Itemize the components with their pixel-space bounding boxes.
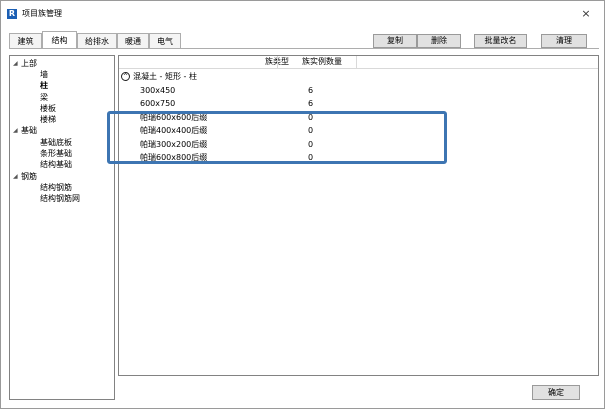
instance-count: 6 (308, 86, 314, 95)
revit-logo-icon: R (7, 9, 17, 19)
highlight-box (107, 111, 447, 164)
group-label: 混凝土 - 矩形 - 柱 (133, 72, 197, 81)
tab-structure[interactable]: 结构 (42, 31, 77, 49)
tree-item-structural-rebar[interactable]: 结构钢筋 (40, 183, 72, 193)
ok-button[interactable]: 确定 (532, 385, 580, 400)
header-divider (119, 68, 598, 69)
tree-item-foundation[interactable]: 基础 (21, 126, 37, 136)
tree-item-strip-footing[interactable]: 条形基础 (40, 149, 72, 159)
tree-item-superstructure[interactable]: 上部 (21, 59, 37, 69)
tree-item-column[interactable]: 柱 (40, 81, 48, 91)
tree-item-rebar[interactable]: 钢筋 (21, 172, 37, 182)
tree-item-structural-rebar-mesh[interactable]: 结构钢筋网 (40, 194, 80, 204)
table-row[interactable]: 600x750 (140, 99, 175, 109)
tree-item-floor[interactable]: 楼板 (40, 104, 56, 114)
tree-item-structural-foundation[interactable]: 结构基础 (40, 160, 72, 170)
family-manager-dialog: R 项目族管理 × 建筑 结构 给排水 暖通 电气 复制 删除 批量改名 清理 … (0, 0, 605, 409)
column-separator[interactable] (356, 56, 357, 68)
table-row[interactable]: 300x450 (140, 86, 175, 96)
tab-divider (9, 48, 599, 49)
tree-item-wall[interactable]: 墙 (40, 70, 48, 80)
category-tree: ◢ 上部 墙 柱 梁 楼板 楼梯 ◢ 基础 基础底板 条形基础 结构基础 ◢ 钢… (9, 55, 115, 400)
title-bar: R 项目族管理 × (1, 1, 604, 25)
expand-caret-icon[interactable]: ◢ (13, 59, 18, 69)
instance-count: 6 (308, 99, 314, 108)
tab-hvac[interactable]: 暖通 (117, 33, 149, 48)
tree-item-stair[interactable]: 楼梯 (40, 115, 56, 125)
clean-button[interactable]: 清理 (541, 34, 587, 48)
collapse-group-icon[interactable]: ^ (121, 72, 130, 81)
window-title: 项目族管理 (22, 9, 62, 18)
column-separator[interactable] (277, 56, 278, 68)
expand-caret-icon[interactable]: ◢ (13, 172, 18, 182)
family-type-grid: 族类型 族实例数量 ^ 混凝土 - 矩形 - 柱 300x450 6 600x7… (118, 55, 599, 376)
close-icon[interactable]: × (579, 7, 593, 21)
expand-caret-icon[interactable]: ◢ (13, 126, 18, 136)
column-header-instance-count[interactable]: 族实例数量 (297, 57, 347, 67)
tree-item-foundation-slab[interactable]: 基础底板 (40, 138, 72, 148)
tab-plumbing[interactable]: 给排水 (77, 33, 117, 48)
copy-button[interactable]: 复制 (373, 34, 417, 48)
tree-item-beam[interactable]: 梁 (40, 93, 48, 103)
tab-architecture[interactable]: 建筑 (9, 33, 42, 48)
delete-button[interactable]: 删除 (417, 34, 461, 48)
batch-rename-button[interactable]: 批量改名 (474, 34, 527, 48)
tab-electrical[interactable]: 电气 (149, 33, 181, 48)
